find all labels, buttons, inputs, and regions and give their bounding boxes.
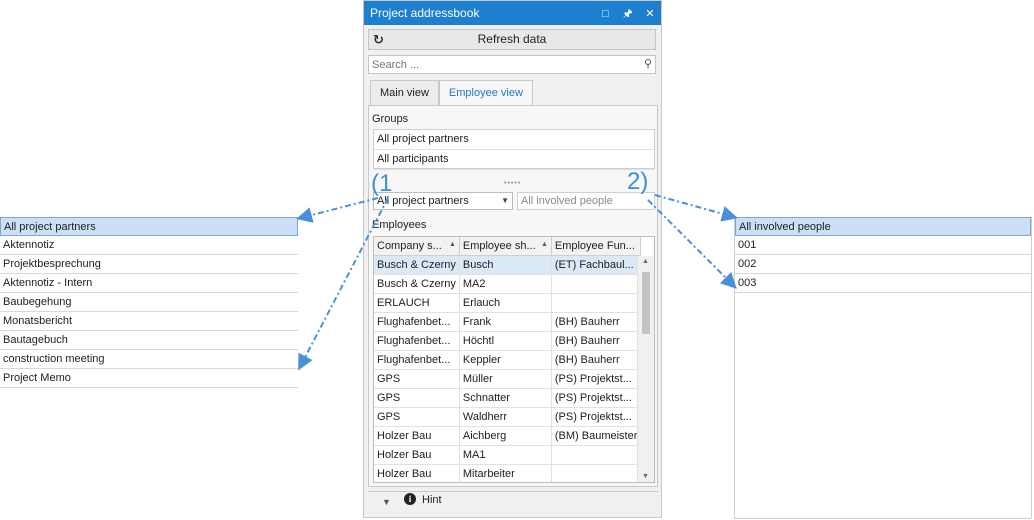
annotation-arrows xyxy=(296,194,738,371)
arrow-to-left-list-bottom xyxy=(298,197,389,371)
arrow-to-right-list-bottom xyxy=(647,199,737,289)
arrow-to-left-list-top xyxy=(296,197,379,223)
arrow-to-right-list-top xyxy=(654,194,738,222)
